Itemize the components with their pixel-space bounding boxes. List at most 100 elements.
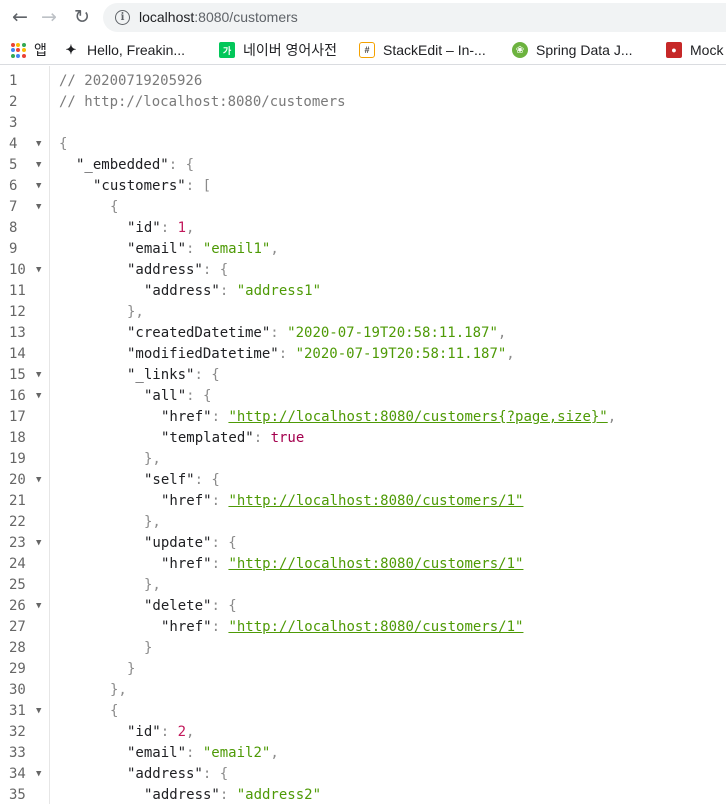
bookmark-stackedit[interactable]: # StackEdit – In-...	[359, 40, 486, 60]
code-token: "delete"	[144, 598, 212, 614]
line-number: 17	[9, 409, 26, 425]
code-line: 26 ▼ "delete": {	[0, 596, 726, 617]
code-text: // 20200719205926	[59, 71, 202, 92]
line-number: 19	[9, 451, 26, 467]
code-line: 29}	[0, 659, 726, 680]
fold-toggle-icon[interactable]: ▼	[36, 386, 41, 407]
code-token: ,	[607, 409, 617, 425]
back-arrow-icon[interactable]: ←	[8, 5, 32, 29]
line-number: 6	[9, 178, 18, 194]
json-viewer[interactable]: 1 // 20200719205926 2 // http://localhost:8…	[0, 66, 726, 804]
code-line: 6 ▼ "customers": [	[0, 176, 726, 197]
code-line: 35 "address": "address2"	[0, 785, 726, 804]
href-link[interactable]: "http://localhost:8080/customers{?page,s…	[228, 409, 607, 425]
code-line: 33 "email": "email2",	[0, 743, 726, 764]
mock-icon: ●	[666, 42, 682, 58]
line-number: 3	[9, 115, 18, 131]
code-text: },	[144, 449, 161, 470]
code-token: "modifiedDatetime"	[127, 346, 279, 362]
code-token: }	[144, 640, 153, 656]
code-token: : {	[186, 388, 212, 404]
address-bar[interactable]: i localhost:8080/customers	[103, 3, 726, 32]
code-line: 9 "email": "email1",	[0, 239, 726, 260]
reload-icon[interactable]: ↻	[70, 5, 94, 29]
bookmark-hello-freakin[interactable]: ✦ Hello, Freakin...	[63, 40, 186, 60]
code-text: "self": {	[144, 470, 220, 491]
code-token: "all"	[144, 388, 187, 404]
line-number: 31	[9, 703, 26, 719]
code-text: "address": {	[127, 764, 228, 785]
code-text: },	[144, 575, 161, 596]
code-token: "href"	[161, 556, 212, 572]
fold-toggle-icon[interactable]: ▼	[36, 134, 41, 155]
code-token: "email"	[127, 241, 187, 257]
code-text: // http://localhost:8080/customers	[59, 92, 346, 113]
href-link[interactable]: "http://localhost:8080/customers/1"	[228, 556, 523, 572]
code-line: 17 "href": "http://localhost:8080/custome…	[0, 407, 726, 428]
code-token: },	[144, 577, 161, 593]
code-token: "2020-07-19T20:58:11.187"	[295, 346, 507, 362]
code-token: : {	[168, 157, 195, 173]
forward-arrow-icon[interactable]: →	[37, 5, 61, 29]
fold-toggle-icon[interactable]: ▼	[36, 155, 41, 176]
fold-toggle-icon[interactable]: ▼	[36, 176, 41, 197]
fold-toggle-icon[interactable]: ▼	[36, 197, 41, 218]
code-token: :	[219, 787, 237, 803]
fold-toggle-icon[interactable]: ▼	[36, 470, 41, 491]
code-line: 2 // http://localhost:8080/customers	[0, 92, 726, 113]
code-text: "address": "address1"	[144, 281, 321, 302]
code-line: 24 "href": "http://localhost:8080/custome…	[0, 554, 726, 575]
code-token: "_links"	[127, 367, 195, 383]
fold-toggle-icon[interactable]: ▼	[36, 533, 41, 554]
info-icon[interactable]: i	[115, 10, 130, 25]
code-line: 10 ▼ "address": {	[0, 260, 726, 281]
code-token: : {	[194, 367, 220, 383]
code-text: "address": {	[127, 260, 228, 281]
code-text: "email": "email2",	[127, 743, 279, 764]
fold-toggle-icon[interactable]: ▼	[36, 365, 41, 386]
code-token: :	[253, 430, 271, 446]
code-text: "templated": true	[161, 428, 304, 449]
code-token: ,	[506, 346, 515, 362]
code-text: "update": {	[144, 533, 237, 554]
code-line: 32 "id": 2,	[0, 722, 726, 743]
code-line: 23 ▼ "update": {	[0, 533, 726, 554]
code-token: {	[110, 199, 119, 215]
line-number: 20	[9, 472, 26, 488]
fold-toggle-icon[interactable]: ▼	[36, 764, 41, 785]
code-token: ,	[186, 724, 195, 740]
code-text: }	[127, 659, 135, 680]
url-text[interactable]: localhost:8080/customers	[139, 9, 298, 25]
bookmark-label: Mock	[690, 42, 724, 58]
line-number: 27	[9, 619, 26, 635]
bookmarks-bar: 앱 ✦ Hello, Freakin... 가 네이버 영어사전 # Stack…	[0, 35, 726, 65]
code-line: 21 "href": "http://localhost:8080/custome…	[0, 491, 726, 512]
line-number: 10	[9, 262, 26, 278]
line-number: 34	[9, 766, 26, 782]
code-line: 8 "id": 1,	[0, 218, 726, 239]
code-token: "self"	[144, 472, 195, 488]
apps-grid-icon	[10, 42, 26, 58]
line-number: 28	[9, 640, 26, 656]
code-text: },	[144, 512, 161, 533]
line-number: 16	[9, 388, 26, 404]
bookmark-spring-data[interactable]: ❀ Spring Data J...	[512, 40, 633, 60]
href-link[interactable]: "http://localhost:8080/customers/1"	[228, 619, 523, 635]
bookmark-naver-dictionary[interactable]: 가 네이버 영어사전	[219, 40, 337, 60]
code-line: 14 "modifiedDatetime": "2020-07-19T20:58:…	[0, 344, 726, 365]
fold-toggle-icon[interactable]: ▼	[36, 260, 41, 281]
code-line: 25},	[0, 575, 726, 596]
code-token: // http://localhost:8080/customers	[59, 94, 346, 110]
code-token: "address"	[127, 262, 203, 278]
fold-toggle-icon[interactable]: ▼	[36, 596, 41, 617]
url-path: :8080/customers	[194, 9, 298, 25]
code-line: 22},	[0, 512, 726, 533]
code-token: :	[219, 283, 237, 299]
code-text: {	[59, 134, 67, 155]
code-token: "email1"	[202, 241, 271, 257]
fold-toggle-icon[interactable]: ▼	[36, 701, 41, 722]
bookmark-mock[interactable]: ● Mock	[666, 40, 723, 60]
href-link[interactable]: "http://localhost:8080/customers/1"	[228, 493, 523, 509]
code-token: :	[160, 220, 178, 236]
bookmark-apps[interactable]: 앱	[10, 40, 47, 60]
